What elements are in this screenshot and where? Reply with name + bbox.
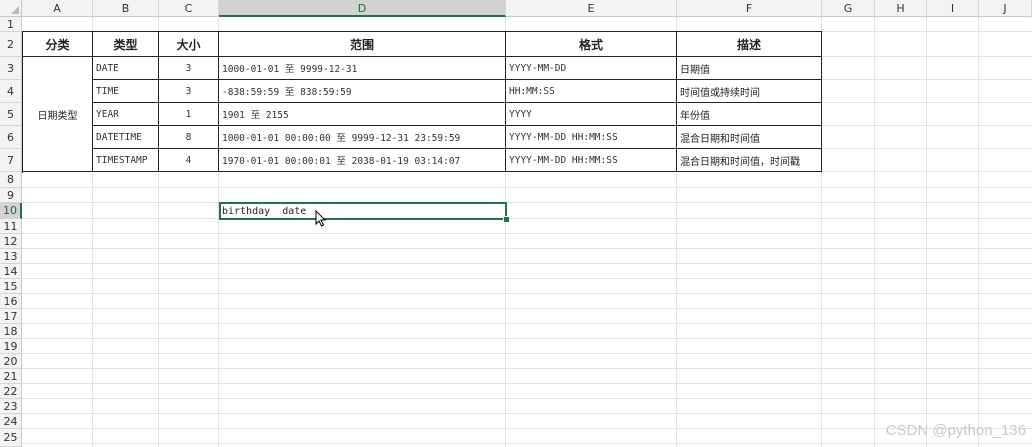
spreadsheet-grid[interactable]: A B C D E F G H I J 1 2 3 4 5 6 7 8 9 10… [0,0,1032,447]
range-cell[interactable]: 1901 至 2155 [219,103,506,126]
gridline [22,428,1032,429]
gridline [22,353,1032,354]
format-cell[interactable]: YYYY-MM-DD HH:MM:SS [506,126,677,149]
header-format[interactable]: 格式 [506,32,677,57]
gridline [22,308,1032,309]
description-cell[interactable]: 混合日期和时间值 [677,126,822,149]
row-header-21[interactable]: 21 [0,369,22,384]
gridline [822,56,1032,57]
size-cell[interactable]: 1 [159,103,219,126]
column-header-c[interactable]: C [159,0,219,17]
gridline [822,148,1032,149]
active-cell-value: birthday date [222,205,307,217]
type-cell[interactable]: YEAR [93,103,159,126]
active-cell-d10[interactable]: birthday date [219,202,507,220]
column-header-i[interactable]: I [927,0,979,17]
select-all-corner[interactable] [0,0,22,17]
type-cell[interactable]: DATETIME [93,126,159,149]
description-cell[interactable]: 时间值或持续时间 [677,80,822,103]
row-header-9[interactable]: 9 [0,188,22,203]
size-cell[interactable]: 3 [159,80,219,103]
row-header-15[interactable]: 15 [0,279,22,294]
column-header-h[interactable]: H [875,0,927,17]
row-header-1[interactable]: 1 [0,17,22,32]
gridline [822,79,1032,80]
range-cell[interactable]: 1970-01-01 00:00:01 至 2038-01-19 03:14:0… [219,149,506,172]
gridline [22,278,1032,279]
category-cell[interactable]: 日期类型 [22,57,93,172]
gridline [22,323,1032,324]
row-header-24[interactable]: 24 [0,414,22,429]
row-header-6[interactable]: 6 [0,126,22,149]
type-cell[interactable]: TIMESTAMP [93,149,159,172]
header-description[interactable]: 描述 [677,32,822,57]
type-cell[interactable]: TIME [93,80,159,103]
row-header-20[interactable]: 20 [0,354,22,369]
gridline [22,368,1032,369]
gridline [22,338,1032,339]
row-header-10[interactable]: 10 [0,203,22,219]
gridline [22,187,1032,188]
row-header-23[interactable]: 23 [0,399,22,414]
header-size[interactable]: 大小 [159,32,219,57]
header-type[interactable]: 类型 [93,32,159,57]
format-cell[interactable]: YYYY-MM-DD HH:MM:SS [506,149,677,172]
row-header-11[interactable]: 11 [0,219,22,234]
column-header-b[interactable]: B [93,0,159,17]
format-cell[interactable]: HH:MM:SS [506,80,677,103]
description-cell[interactable]: 年份值 [677,103,822,126]
row-header-5[interactable]: 5 [0,103,22,126]
row-header-4[interactable]: 4 [0,80,22,103]
fill-handle[interactable] [503,216,510,223]
gridline [22,263,1032,264]
description-cell[interactable]: 混合日期和时间值，时间戳 [677,149,822,172]
row-header-2[interactable]: 2 [0,32,22,57]
row-header-14[interactable]: 14 [0,264,22,279]
gridline [22,248,1032,249]
mouse-pointer-icon [315,210,327,227]
size-cell[interactable]: 4 [159,149,219,172]
row-header-13[interactable]: 13 [0,249,22,264]
column-header-a[interactable]: A [22,0,93,17]
header-range[interactable]: 范围 [219,32,506,57]
column-header-e[interactable]: E [506,0,677,17]
gridline [22,293,1032,294]
column-header-j[interactable]: J [979,0,1032,17]
header-category[interactable]: 分类 [22,32,93,57]
gridline [22,383,1032,384]
row-header-16[interactable]: 16 [0,294,22,309]
row-header-25[interactable]: 25 [0,429,22,447]
format-cell[interactable]: YYYY-MM-DD [506,57,677,80]
gridline [22,413,1032,414]
gridline [22,398,1032,399]
type-cell[interactable]: DATE [93,57,159,80]
column-header-d[interactable]: D [219,0,506,17]
range-cell[interactable]: 1000-01-01 至 9999-12-31 [219,57,506,80]
row-header-7[interactable]: 7 [0,149,22,172]
column-header-g[interactable]: G [822,0,875,17]
row-header-12[interactable]: 12 [0,234,22,249]
range-cell[interactable]: 1000-01-01 00:00:00 至 9999-12-31 23:59:5… [219,126,506,149]
row-header-3[interactable]: 3 [0,57,22,80]
size-cell[interactable]: 3 [159,57,219,80]
description-cell[interactable]: 日期值 [677,57,822,80]
gridline [22,202,1032,203]
row-header-8[interactable]: 8 [0,172,22,188]
format-cell[interactable]: YYYY [506,103,677,126]
range-cell[interactable]: -838:59:59 至 838:59:59 [219,80,506,103]
row-header-17[interactable]: 17 [0,309,22,324]
row-header-19[interactable]: 19 [0,339,22,354]
gridline [22,233,1032,234]
gridline [822,125,1032,126]
column-header-f[interactable]: F [677,0,822,17]
size-cell[interactable]: 8 [159,126,219,149]
gridline [22,443,1032,444]
gridline [822,102,1032,103]
row-header-18[interactable]: 18 [0,324,22,339]
row-header-22[interactable]: 22 [0,384,22,399]
watermark: CSDN @python_136 [885,422,1026,439]
gridline [22,218,1032,219]
